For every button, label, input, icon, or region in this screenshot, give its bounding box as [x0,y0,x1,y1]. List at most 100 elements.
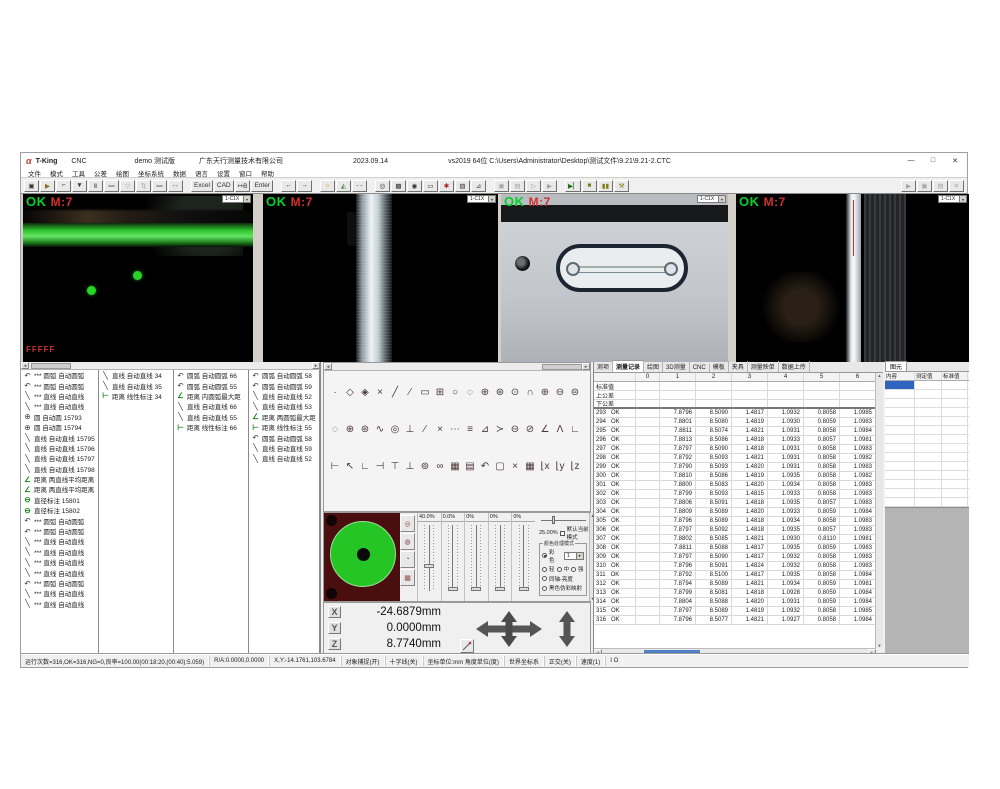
table-row[interactable]: 294OK7.88018.50801.48191.09300.80591.098… [594,418,876,427]
measure-list-item[interactable]: ⊢距离 线性标注 66 [174,422,248,432]
light-mode-icon[interactable]: ◍ [400,533,415,550]
table-vertical-scrollbar[interactable]: ▲ ▼ [875,373,883,648]
camera-view-3-active[interactable]: OK M:7 1-C1X ▾ [501,194,728,362]
measure-list-item[interactable]: ∠距离 两直线平均距离 [21,474,98,484]
scroll-up-icon[interactable]: ▲ [878,373,882,378]
light-channel-slider[interactable]: 0.0% [441,513,465,601]
measure-tool-icon[interactable]: Λ [554,424,566,435]
star-button[interactable]: ✱ [439,180,454,192]
measure-list-item[interactable]: ╲*** 直线 自动直线 [21,588,98,598]
measure-list-item[interactable]: ╲直线 自动直线 15797 [21,453,98,463]
measure-list-item[interactable]: ↶*** 圆弧 自动圆弧 [21,370,98,380]
scroll-left-icon[interactable]: ◂ [324,363,332,370]
measure-list-item[interactable]: ↶*** 圆弧 自动圆弧 [21,526,98,536]
pause-button[interactable]: ▮▮ [598,180,613,192]
measure-tool-icon[interactable]: ⊞ [434,387,446,398]
tab-item[interactable]: 夹具 [729,361,748,372]
table-row[interactable]: 293OK7.87968.50901.48171.09320.80581.098… [594,409,876,418]
menu-item[interactable]: 工具 [72,168,85,178]
measure-tool-icon[interactable]: ⋯ [449,424,461,435]
measure-list-item[interactable]: ╲*** 直线 自动直线 [21,599,98,609]
measure-tool-icon[interactable]: ↖ [344,461,356,472]
menu-item[interactable]: 模式 [50,168,63,178]
measure-tool-icon[interactable]: ◌ [329,424,341,435]
blank-button[interactable]: ▭ [423,180,438,192]
measure-list-item[interactable]: ╲直线 自动直线 34 [99,370,173,380]
measure-tool-icon[interactable]: ⊛ [359,424,371,435]
measure-tool-icon[interactable]: ∩ [524,387,536,398]
measure-tool-icon[interactable]: ∿ [374,424,386,435]
elements-row[interactable] [885,390,969,399]
tool-button[interactable]: ⚒ [614,180,629,192]
measure-list-item[interactable]: ⊕圆 自动圆 15794 [21,422,98,432]
menu-item[interactable]: 语言 [195,168,208,178]
level-radio[interactable] [571,567,576,572]
measure-tool-icon[interactable]: ◇ [344,387,356,398]
menu-item[interactable]: 公差 [94,168,107,178]
chevron-down-icon[interactable]: ▾ [488,196,495,202]
tab-item[interactable]: 测量映单 [748,361,779,372]
measure-tool-icon[interactable]: ⊕ [344,424,356,435]
elements-row[interactable] [885,381,969,390]
table-row[interactable]: 303OK7.88068.50911.48181.09350.80571.098… [594,499,876,508]
measure-list-item[interactable]: ↶圆弧 自动圆弧 59 [249,380,319,390]
elements-row[interactable] [885,462,969,471]
slider-thumb[interactable] [448,587,458,591]
light-mode-icon[interactable]: ▦ [400,569,415,586]
chevron-down-icon[interactable]: ▾ [959,196,966,202]
measure-list-item[interactable]: ╲直线 自动直线 15796 [21,443,98,453]
open-button[interactable]: ▶ [40,180,55,192]
arrow-left-button[interactable]: ← [281,180,296,192]
measure-tool-icon[interactable]: ∠ [539,424,551,435]
elements-row[interactable] [885,480,969,489]
color-channel-select[interactable]: 1 ▾ [564,552,584,560]
measure-tool-icon[interactable]: ▭ [419,387,431,398]
run-button[interactable]: ▶▏ [565,180,581,192]
measure-list-item[interactable]: ╲直线 自动直线 66 [174,401,248,411]
table-row[interactable]: 313OK7.87998.50811.48181.09280.80591.098… [594,589,876,598]
tab-item[interactable]: 绘图 [644,361,663,372]
measure-list-item[interactable]: ∠距离 两圆弧最大距 [249,412,319,422]
elements-row[interactable] [885,399,969,408]
table-row[interactable]: 297OK7.87978.50901.48181.09310.80581.098… [594,445,876,454]
measure-tool-icon[interactable]: ⊘ [524,424,536,435]
slider-thumb[interactable] [471,587,481,591]
light-channel-slider[interactable]: 0% [464,513,488,601]
export-b-button[interactable]: ↦B [235,180,251,192]
measure-tool-icon[interactable]: ▤ [464,461,476,472]
measure-list-item[interactable]: ⊖直径标注 15802 [21,505,98,515]
light-channel-slider[interactable]: 0% [488,513,512,601]
ring-light-indicator[interactable] [324,513,400,601]
diagonal-move-button[interactable] [460,639,474,653]
light-button[interactable]: ☼ [320,180,335,192]
scroll-down-icon[interactable]: ▼ [878,643,882,648]
measure-tool-icon[interactable]: ≻ [494,424,506,435]
table-row[interactable]: 311OK7.87928.51001.48171.09350.80581.098… [594,571,876,580]
measure-list-item[interactable]: ╲*** 直线 自动直线 [21,567,98,577]
table-row[interactable]: 314OK7.88048.50881.48201.09310.80591.098… [594,598,876,607]
chart-button[interactable]: ⊿ [471,180,486,192]
measure-list-item[interactable]: ∠距离 两直线平均距离 [21,484,98,494]
arrow-right-button[interactable]: → [297,180,312,192]
measure-tool-icon[interactable]: ⊕ [539,387,551,398]
enter-button[interactable]: Enter [251,180,273,192]
measure-list-item[interactable]: ⊖直径标注 15801 [21,495,98,505]
measure-list-item[interactable]: ╲直线 自动直线 59 [249,443,319,453]
measure-tool-icon[interactable]: ⊖ [509,424,521,435]
elements-row[interactable] [885,498,969,507]
measure-list-item[interactable]: ↶圆弧 自动圆弧 55 [174,380,248,390]
measure-list-item[interactable]: ↶圆弧 自动圆弧 58 [249,370,319,380]
measure-tool-icon[interactable]: ▢ [494,461,506,472]
tab-item[interactable]: 3D测量 [663,361,690,372]
measure-tool-icon[interactable]: ∟ [569,424,581,435]
tab-item[interactable]: 模板 [710,361,729,372]
elements-row[interactable] [885,489,969,498]
measure-tool-icon[interactable]: ≡ [464,424,476,435]
measure-list-item[interactable]: ↶*** 圆弧 自动圆弧 [21,380,98,390]
elements-row[interactable] [885,471,969,480]
measure-list-item[interactable]: ∠距离 内圆弧最大距 [174,391,248,401]
elements-row[interactable] [885,426,969,435]
measure-tool-icon[interactable]: ∕ [404,387,416,398]
close-button[interactable]: ✕ [949,157,961,165]
menu-item[interactable]: 窗口 [239,168,252,178]
